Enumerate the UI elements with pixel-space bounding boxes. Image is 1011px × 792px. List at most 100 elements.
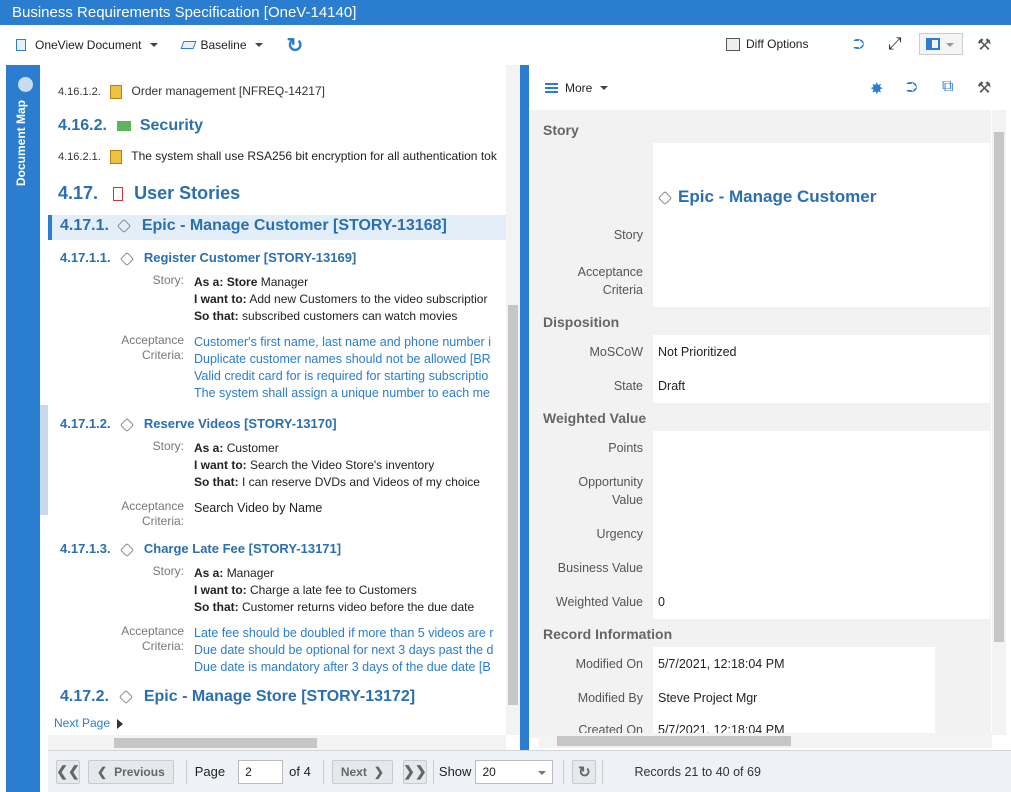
page-count: of 4 [289,764,311,779]
share-button[interactable]: ⮊ [906,79,917,96]
collapse-handle[interactable] [40,405,48,515]
document-map-panel: Document Map [0,65,48,792]
show-label: Show [438,764,472,779]
document-map-rail [6,450,40,792]
criteria-label: Criteria: [141,514,184,528]
next-page-link[interactable]: Next Page [54,716,124,730]
scroll-thumb[interactable] [557,736,791,746]
page-size-select[interactable]: 20 [475,759,554,784]
tools-button[interactable]: ⚒ [977,35,991,55]
share-icon: ⮊ [853,36,865,53]
baseline-icon [180,41,196,49]
section-number: 4.16.1.2. [58,86,101,98]
doc-row[interactable]: 4.17.1.1. Register Customer [STORY-13169… [60,250,356,266]
chevron-down-icon [254,43,263,47]
doc-row[interactable]: 4.16.2.1. The system shall use RSA256 bi… [58,149,497,164]
doc-row[interactable]: 4.17.2. Epic - Manage Store [STORY-13172… [60,688,415,706]
doc-row[interactable]: 4.16.2. Security [58,117,203,135]
want-value: Add new Customers to the video subscript… [249,292,488,306]
baseline-dropdown[interactable]: Baseline [180,38,263,52]
refresh-button[interactable]: ↻ [287,33,304,58]
open-external-button[interactable]: ⧉ [942,78,953,96]
last-page-button[interactable]: ❯❯ [402,759,427,784]
page-input[interactable]: 2 [238,759,284,784]
tools-icon: ⚒ [977,80,992,97]
layout-toggle-button[interactable] [919,33,963,55]
refresh-button[interactable]: ↻ [572,759,597,784]
more-menu[interactable]: More [545,81,609,95]
section-number: 4.17.1. [60,217,109,234]
field-label: Modified By [577,691,643,705]
criteria-link[interactable]: Due date should be optional for next 3 d… [194,643,494,657]
vertical-scrollbar[interactable] [992,110,1006,735]
doc-row[interactable]: 4.17.1.3. Charge Late Fee [STORY-13171] [60,541,341,557]
next-button[interactable]: Next ❯ [331,759,393,784]
previous-button[interactable]: ❮ Previous [88,759,174,784]
doc-row[interactable]: 4.17. User Stories [58,183,240,204]
so-that-line: So that: subscribed customers can watch … [194,309,457,323]
want-label: I want to: [194,292,247,306]
moscow-value[interactable]: Not Prioritized [658,345,737,359]
criteria-link[interactable]: Late fee should be doubled if more than … [194,626,494,640]
story-label: Story: [152,564,184,578]
pane-splitter[interactable] [520,65,529,750]
oneview-document-dropdown[interactable]: OneView Document [16,38,158,52]
section-number: 4.17.2. [60,688,109,705]
scroll-thumb[interactable] [508,305,518,705]
fullscreen-button[interactable]: ⤢ [888,34,902,54]
want-line: I want to: Charge a late fee to Customer… [194,583,417,597]
modified-on-value: 5/7/2021, 12:18:04 PM [658,657,785,671]
so-that-label: So that: [194,475,239,489]
epic-tag-icon [657,190,673,205]
network-icon: ✸ [870,81,884,98]
tools-button[interactable]: ⚒ [977,78,991,98]
section-title: Epic - Manage Customer [STORY-13168] [141,217,447,234]
doc-row[interactable]: 4.16.1.2. Order management [NFREQ-14217] [58,84,325,99]
doc-row-selected[interactable]: 4.17.1. Epic - Manage Customer [STORY-13… [48,215,506,240]
so-that-value: Customer returns video before the due da… [242,600,475,614]
state-value[interactable]: Draft [658,379,685,393]
expand-arrow-icon[interactable] [18,77,33,92]
doc-row[interactable]: 4.17.1.2. Reserve Videos [STORY-13170] [60,416,337,432]
document-view: 4.16.1.2. Order management [NFREQ-14217]… [48,65,520,750]
tools-icon: ⚒ [977,37,992,54]
story-field-box[interactable] [653,143,990,307]
so-that-label: So that: [194,309,239,323]
as-a-label: As a: [194,566,224,580]
horizontal-scrollbar[interactable] [48,735,506,750]
columns-icon [926,38,940,50]
weighted-value: 0 [658,595,665,609]
section-number: 4.16.2. [58,117,107,134]
triangle-right-icon [117,718,124,729]
first-page-button[interactable]: ❮❮ [56,759,80,784]
want-label: I want to: [194,583,247,597]
horizontal-scrollbar[interactable] [539,733,992,748]
as-a-line: As a: Customer [194,441,279,455]
document-map-tab[interactable]: Document Map [6,65,40,450]
criteria-link[interactable]: The system shall assign a unique number … [194,386,490,400]
criteria-link[interactable]: Duplicate customer names should not be a… [194,352,491,366]
clipped-row: Created On 5/7/2021, 12:18:04 PM [529,721,991,733]
diff-options-button[interactable]: Diff Options [726,37,808,51]
scroll-thumb[interactable] [994,132,1004,642]
criteria-link[interactable]: Valid credit card for is required for st… [194,369,488,383]
want-line: I want to: Add new Customers to the vide… [194,292,487,306]
story-label: Story: [152,273,184,287]
field-label: Opportunity [578,475,643,489]
story-tag-icon [120,251,135,266]
so-that-label: So that: [194,600,239,614]
criteria-link[interactable]: Customer's first name, last name and pho… [194,335,491,349]
scroll-thumb[interactable] [114,738,317,748]
records-summary: Records 21 to 40 of 69 [634,764,761,779]
vertical-scrollbar[interactable] [506,65,520,735]
field-label: Points [608,441,643,455]
section-heading: Weighted Value [543,410,647,426]
story-title-text: Epic - Manage Customer [678,187,877,206]
epic-tag-icon [119,689,134,704]
relationships-button[interactable]: ✸ [870,79,883,99]
criteria-link[interactable]: Due date is mandatory after 3 days of th… [194,660,491,674]
as-a-bold: Store [226,275,258,289]
as-a-label: As a: [194,275,224,289]
share-button[interactable]: ⮊ [853,36,864,53]
field-label: MoSCoW [589,345,643,359]
